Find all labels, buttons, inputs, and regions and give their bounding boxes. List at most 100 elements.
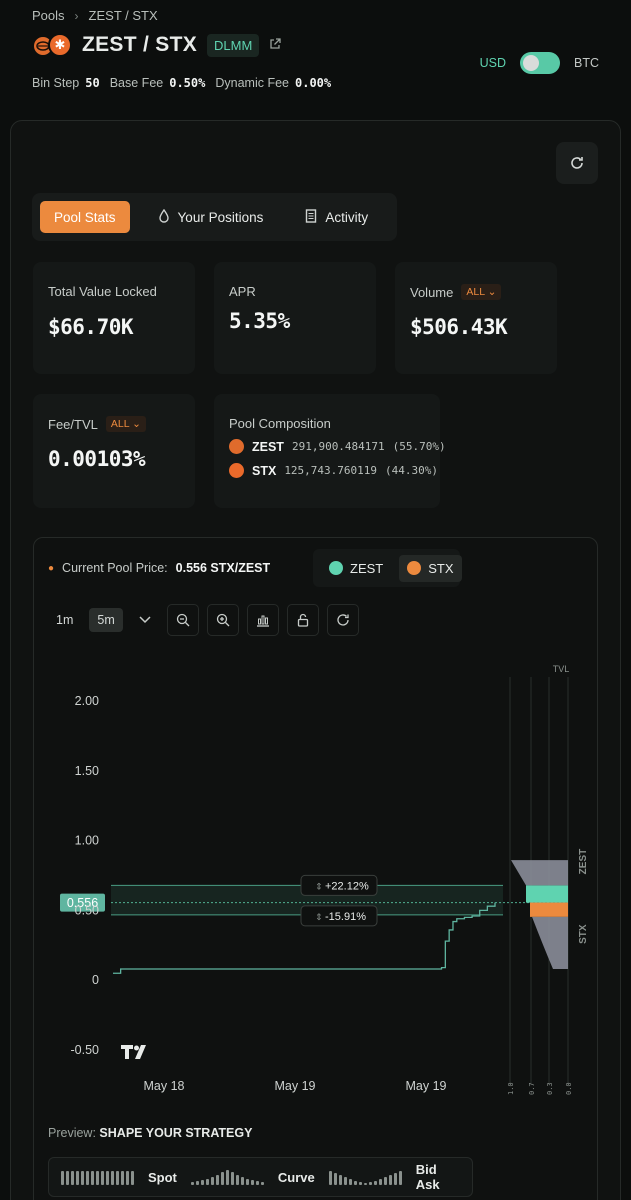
side-label-stx: STX (578, 924, 589, 944)
drag-handle-icon: ⇕ (315, 913, 323, 923)
shape-bar (373, 1181, 377, 1185)
fee-tvl-card: Fee/TVL ALL ⌄ 0.00103% (33, 394, 195, 508)
side-label-zest: ZEST (578, 849, 589, 875)
bid-ask-shape-icon (328, 1169, 402, 1185)
apr-value: 5.35% (229, 309, 290, 333)
tab-label: Activity (325, 209, 369, 225)
base-fee-label: Base Fee (109, 76, 164, 90)
composition-card: Pool Composition ZEST 291,900.484171 (55… (214, 394, 446, 508)
fee-tvl-value: 0.00103% (48, 447, 146, 471)
strategy-curve[interactable]: Curve (190, 1169, 315, 1185)
shape-bar (393, 1173, 397, 1185)
timeframe-5m[interactable]: 5m (89, 608, 123, 632)
stx-logo-icon: ✱ (48, 33, 72, 57)
tvl-tick-label: 1.0 (507, 1082, 515, 1095)
tab-pool-stats[interactable]: Pool Stats (40, 201, 130, 233)
shape-bar (235, 1175, 239, 1185)
strategy-bid-ask[interactable]: Bid Ask (328, 1162, 460, 1192)
refresh-button[interactable] (556, 142, 598, 184)
timeframe-1m[interactable]: 1m (48, 608, 81, 632)
external-link-icon[interactable] (269, 37, 281, 53)
breadcrumb-pools-link[interactable]: Pools (32, 8, 65, 23)
zoom-in-icon[interactable] (206, 604, 239, 636)
unlock-icon[interactable] (286, 604, 319, 636)
strategy-label: Bid Ask (415, 1162, 440, 1192)
volume-filter-value: ALL (466, 286, 485, 298)
shape-bar (338, 1175, 342, 1185)
pool-header: ✱ ZEST / STX DLMM (32, 33, 281, 57)
apr-card: APR 5.35% (214, 262, 376, 374)
liquidity-distribution (511, 860, 568, 970)
strategy-label: Curve (277, 1169, 315, 1185)
shape-bar (76, 1171, 79, 1185)
volume-filter-dropdown[interactable]: ALL ⌄ (461, 284, 502, 300)
shape-bar (91, 1171, 94, 1185)
composition-symbol: ZEST (252, 439, 284, 454)
fee-info: Bin Step 50 Base Fee 0.50% Dynamic Fee 0.00… (32, 76, 335, 90)
zoom-out-icon[interactable] (166, 604, 199, 636)
shape-bar (131, 1171, 134, 1185)
strategy-selector: Spot Curve Bid Ask (48, 1157, 473, 1197)
legend-zest[interactable]: ZEST (321, 555, 391, 582)
shape-bar (255, 1181, 259, 1185)
tab-activity[interactable]: Activity (291, 201, 382, 233)
shape-bar (210, 1177, 214, 1185)
shape-bar (348, 1179, 352, 1185)
chevron-down-icon: ⌄ (132, 418, 141, 430)
chevron-right-icon: › (74, 8, 79, 23)
volume-value: $506.43K (410, 315, 508, 339)
tab-label: Your Positions (177, 209, 264, 225)
breadcrumb-current: ZEST / STX (88, 8, 158, 23)
tab-your-positions[interactable]: Your Positions (144, 201, 278, 233)
price-chart[interactable]: ⇕ +22.12%⇕ -15.91%0.556 2.00 1.50 1.00 0.50 0 -… (33, 655, 598, 1105)
strategy-preview-heading: Preview: SHAPE YOUR STRATEGY (48, 1126, 252, 1140)
shape-bar (328, 1171, 332, 1185)
chart-icon[interactable] (246, 604, 279, 636)
current-price-value: 0.556 STX/ZEST (175, 561, 271, 575)
price-range-band[interactable]: ⇕ +22.12%⇕ -15.91%0.556 (60, 874, 568, 927)
current-pool-price: ● Current Pool Price: 0.556 STX/ZEST (48, 561, 270, 575)
shape-bar (86, 1171, 89, 1185)
shape-bar (363, 1183, 367, 1185)
shape-bar (333, 1173, 337, 1185)
shape-bar (61, 1171, 64, 1185)
bin-step-value: 50 (85, 76, 100, 90)
composition-row-stx: STX 125,743.760119 (44.30%) (229, 463, 438, 478)
shape-bar (225, 1170, 229, 1185)
x-tick-label: May 19 (275, 1079, 316, 1093)
toggle-knob (523, 55, 539, 71)
legend-stx[interactable]: STX (399, 554, 462, 582)
composition-symbol: STX (252, 463, 277, 478)
fee-tvl-filter-dropdown[interactable]: ALL ⌄ (105, 416, 146, 432)
pool-type-badge: DLMM (207, 33, 260, 57)
y-tick-label: 0 (92, 973, 99, 987)
pool-tabs: Pool Stats Your Positions Activity (32, 193, 397, 241)
volume-label-row: Volume ALL ⌄ (410, 284, 502, 300)
x-tick-label: May 18 (144, 1079, 185, 1093)
range-lower-label: -15.91% (325, 911, 366, 923)
apr-label: APR (229, 284, 256, 299)
shape-bar (116, 1171, 119, 1185)
shape-bar (358, 1182, 362, 1185)
strategy-spot[interactable]: Spot (61, 1169, 177, 1185)
page-title: ZEST / STX (82, 33, 198, 56)
y-tick-label: 1.00 (75, 834, 99, 848)
curve-shape-icon (190, 1169, 264, 1185)
chevron-down-icon: ⌄ (487, 286, 497, 298)
shape-bar (121, 1171, 124, 1185)
shape-bar (81, 1171, 84, 1185)
refresh-icon (571, 157, 583, 169)
tab-label: Pool Stats (54, 209, 116, 225)
shape-bar (215, 1175, 219, 1185)
y-tick-label: 0.50 (75, 903, 99, 917)
shape-bar (250, 1180, 254, 1185)
tradingview-logo-icon (121, 1045, 146, 1059)
chevron-down-icon[interactable] (131, 608, 159, 632)
stx-liquidity-bin (530, 902, 568, 917)
spot-shape-icon (61, 1169, 134, 1185)
shape-bar (190, 1182, 194, 1185)
reset-icon[interactable] (326, 604, 359, 636)
range-upper-label: +22.12% (325, 880, 369, 892)
currency-toggle[interactable] (520, 52, 560, 74)
dynamic-fee-value: 0.00% (295, 76, 332, 90)
